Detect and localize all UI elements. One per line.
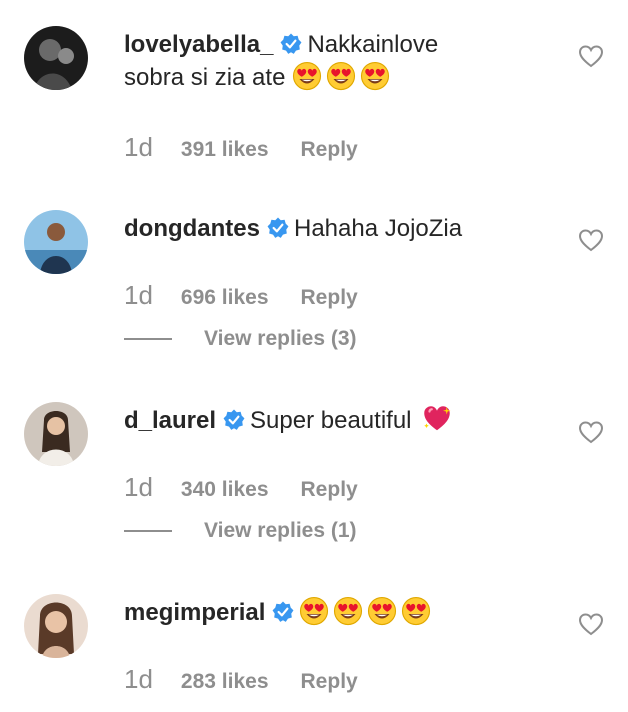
comment-meta: 1d 696 likes Reply [124, 280, 358, 310]
view-replies-label: View replies (3) [204, 327, 357, 350]
avatar-image [24, 26, 88, 90]
comment-meta: 1d 340 likes Reply [124, 472, 358, 502]
avatar[interactable] [24, 402, 88, 466]
comment-time[interactable]: 1d [124, 664, 153, 694]
avatar-image [24, 594, 88, 658]
avatar[interactable] [24, 26, 88, 90]
divider-line [124, 530, 172, 533]
verified-badge-icon [267, 217, 289, 239]
comment-text-line2: sobra si zia ate [124, 64, 286, 91]
heart-eyes-emoji-icon [333, 596, 363, 626]
comment-text: Nakkainlove [307, 31, 439, 58]
reply-button[interactable]: Reply [301, 670, 358, 693]
username-link[interactable]: megimperial [124, 599, 265, 626]
username-link[interactable]: dongdantes [124, 215, 260, 242]
heart-eyes-emoji-icon [367, 596, 397, 626]
heart-eyes-emoji-icon [360, 61, 390, 91]
like-heart-icon[interactable] [578, 420, 604, 446]
view-replies-button[interactable]: View replies (1) [124, 516, 357, 546]
reply-button[interactable]: Reply [301, 286, 358, 309]
heart-eyes-emoji-icon [401, 596, 431, 626]
likes-count[interactable]: 391 likes [181, 138, 269, 161]
likes-count[interactable]: 283 likes [181, 670, 269, 693]
comment-text: Super beautiful [250, 407, 412, 434]
username-link[interactable]: lovelyabella_ [124, 31, 273, 58]
username-link[interactable]: d_laurel [124, 407, 216, 434]
comment-time[interactable]: 1d [124, 132, 153, 162]
heart-eyes-emoji-icon [292, 61, 322, 91]
avatar-image [24, 210, 88, 274]
comment-body: lovelyabella_ Nakkainlove sobra si zia at… [124, 28, 544, 94]
comment-body: d_laurel Super beautiful [124, 404, 544, 437]
heart-eyes-emoji-icon [326, 61, 356, 91]
like-heart-icon[interactable] [578, 612, 604, 638]
like-heart-icon[interactable] [578, 44, 604, 70]
verified-badge-icon [280, 33, 302, 55]
likes-count[interactable]: 340 likes [181, 478, 269, 501]
comment-time[interactable]: 1d [124, 280, 153, 310]
view-replies-label: View replies (1) [204, 519, 357, 542]
comment-meta: 1d 283 likes Reply [124, 664, 358, 694]
heart-eyes-emoji-icon [299, 596, 329, 626]
verified-badge-icon [223, 409, 245, 431]
avatar[interactable] [24, 594, 88, 658]
comment-time[interactable]: 1d [124, 472, 153, 502]
avatar[interactable] [24, 210, 88, 274]
verified-badge-icon [272, 601, 294, 623]
comment-text: Hahaha JojoZia [294, 215, 463, 242]
like-heart-icon[interactable] [578, 228, 604, 254]
comment-body: dongdantes Hahaha JojoZia [124, 212, 544, 245]
comment-meta: 1d 391 likes Reply [124, 132, 358, 162]
reply-button[interactable]: Reply [301, 138, 358, 161]
comment-body: megimperial [124, 596, 544, 629]
likes-count[interactable]: 696 likes [181, 286, 269, 309]
avatar-image [24, 402, 88, 466]
reply-button[interactable]: Reply [301, 478, 358, 501]
view-replies-button[interactable]: View replies (3) [124, 324, 357, 354]
divider-line [124, 338, 172, 341]
sparkling-heart-emoji-icon [422, 404, 452, 434]
